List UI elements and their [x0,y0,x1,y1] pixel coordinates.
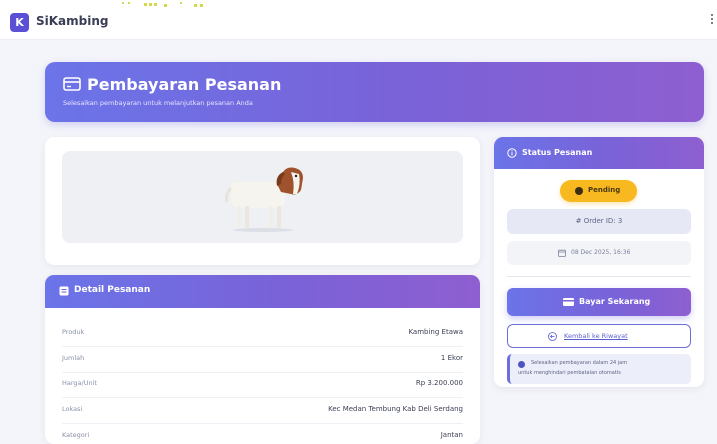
detail-label: Kategori [62,431,90,439]
detail-label: Jumlah [62,354,85,362]
divider [507,276,691,277]
product-image-card [45,137,480,265]
detail-label: Lokasi [62,405,83,413]
detail-row-location: Lokasi Kec Medan Tembung Kab Deli Serdan… [62,399,463,424]
order-date: 08 Dec 2025, 16:36 [571,249,631,256]
detail-value: Jantan [440,431,463,439]
brand-name[interactable]: SiKambing [36,14,109,28]
order-status-card: Status Pesanan Pending # Order ID: 3 08 … [494,137,704,387]
detail-row-category: Kategori Jantan [62,425,463,444]
info-circle-icon [507,148,517,158]
page-header-banner: Pembayaran Pesanan Selesaikan pembayaran… [45,62,704,122]
page-title: Pembayaran Pesanan [87,75,282,94]
pay-now-button[interactable]: Bayar Sekarang [507,288,691,316]
notice-line-1: Selesaikan pembayaran dalam 24 jam [531,360,628,366]
header-artifact [122,2,203,7]
status-badge: Pending [560,180,637,202]
back-to-history-label: Kembali ke Riwayat [564,332,628,340]
order-id-box: # Order ID: 3 [507,209,691,234]
goat-image [225,167,303,232]
info-icon [518,361,525,368]
detail-label: Produk [62,328,85,336]
back-to-history-button[interactable]: Kembali ke Riwayat [507,324,691,348]
detail-value: Kec Medan Tembung Kab Deli Serdang [328,405,463,413]
brand-logo[interactable]: K [10,13,29,32]
more-menu-icon[interactable] [711,12,715,26]
clock-icon [575,187,583,195]
order-detail-card: Detail Pesanan Produk Kambing Etawa Juml… [45,275,480,444]
page-subtitle: Selesaikan pembayaran untuk melanjutkan … [63,99,253,107]
detail-label: Harga/Unit [62,379,97,387]
detail-value: Kambing Etawa [408,328,463,336]
order-date-box: 08 Dec 2025, 16:36 [507,241,691,265]
status-badge-label: Pending [588,186,621,194]
detail-value: 1 Ekor [440,354,463,362]
list-icon [59,286,69,296]
detail-value: Rp 3.200.000 [415,379,463,387]
payment-card-icon [563,298,574,306]
order-id: # Order ID: 3 [575,217,623,225]
order-detail-header: Detail Pesanan [45,275,480,308]
calendar-icon [558,249,566,257]
detail-row-quantity: Jumlah 1 Ekor [62,348,463,373]
order-status-title: Status Pesanan [522,148,593,157]
payment-deadline-notice: Selesaikan pembayaran dalam 24 jam untuk… [507,354,691,384]
product-image-frame [62,151,463,243]
pay-now-label: Bayar Sekarang [579,297,651,306]
order-status-header: Status Pesanan [494,137,704,169]
detail-row-price: Harga/Unit Rp 3.200.000 [62,373,463,398]
back-arrow-icon [548,332,557,341]
top-navbar: K SiKambing [0,0,717,40]
credit-card-icon [63,77,81,91]
order-detail-title: Detail Pesanan [74,285,151,295]
notice-line-2: untuk menghindari pembatalan otomatis [518,370,621,376]
detail-row-product: Produk Kambing Etawa [62,322,463,347]
